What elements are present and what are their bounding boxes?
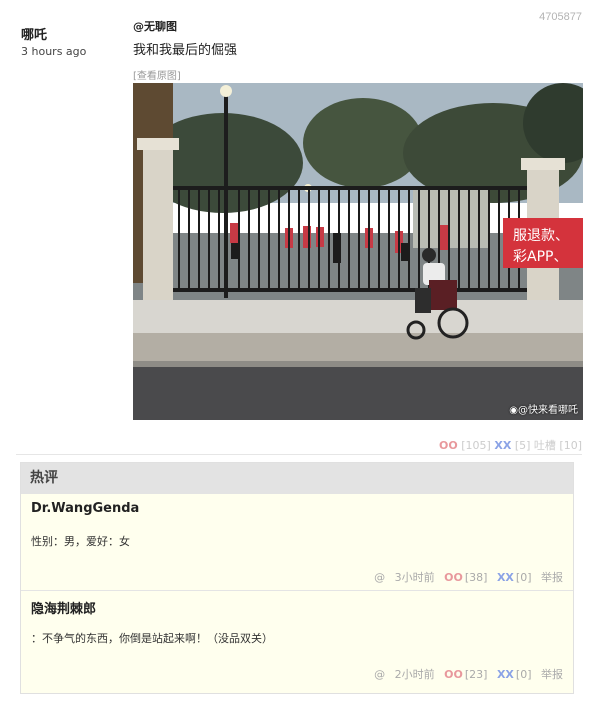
comment-text: 性别：男，爱好：女: [31, 535, 130, 548]
comment-author[interactable]: 隐海荆棘郎: [31, 598, 96, 617]
hot-comments-panel: 热评 Dr.WangGenda 性别：男，爱好：女 @ 3小时前 OO [38] …: [20, 462, 574, 694]
post-oo-button[interactable]: OO: [439, 439, 458, 452]
comment-oo-button[interactable]: OO: [444, 571, 463, 584]
comment-meta: @ 3小时前 OO [38] XX [0] 举报: [368, 569, 563, 585]
report-button[interactable]: 举报: [541, 668, 563, 681]
reply-at-button[interactable]: @: [374, 571, 385, 584]
comment-time: 2小时前: [394, 668, 435, 681]
svg-text:彩APP、: 彩APP、: [513, 249, 567, 265]
comment-oo-count: [23]: [464, 668, 488, 681]
report-button[interactable]: 举报: [541, 571, 563, 584]
post-xx-button[interactable]: XX: [494, 439, 511, 452]
view-original-link[interactable]: [查看原图]: [133, 67, 181, 82]
image-watermark: ◉@快来看哪吒: [509, 401, 578, 416]
comment-meta: @ 2小时前 OO [23] XX [0] 举报: [368, 666, 563, 682]
post-tucao-count: [10]: [559, 439, 582, 452]
comment-item: 隐海荆棘郎 ：不争气的东西，你倒是站起来啊！（没品双关） @ 2小时前 OO [2…: [21, 591, 573, 694]
comment-time: 3小时前: [394, 571, 435, 584]
post-time: 3 hours ago: [21, 45, 87, 58]
comment-xx-count: [0]: [515, 571, 532, 584]
reply-at-button[interactable]: @: [374, 668, 385, 681]
post-vote-bar: OO [105] XX [5] 吐槽 [10]: [439, 437, 582, 453]
post-category: @无聊图: [133, 20, 177, 33]
comment-xx-button[interactable]: XX: [497, 668, 514, 681]
hot-comments-header: 热评: [21, 463, 573, 494]
watermark-text: @快来看哪吒: [518, 405, 578, 416]
comment-oo-count: [38]: [464, 571, 488, 584]
post-content: @无聊图 我和我最后的倔强 [查看原图] 服退款、 彩APP、 ◉@快来看哪吒: [133, 18, 583, 420]
section-divider: [16, 454, 582, 455]
author-name[interactable]: 哪吒: [21, 24, 86, 43]
weibo-icon: ◉: [509, 405, 518, 416]
post-xx-count: [5]: [514, 439, 531, 452]
svg-text:服退款、: 服退款、: [513, 228, 569, 244]
post-oo-count: [105]: [461, 439, 491, 452]
photo-scene: 服退款、 彩APP、: [133, 83, 583, 420]
comment-author[interactable]: Dr.WangGenda: [31, 501, 139, 516]
comment-text: ：不争气的东西，你倒是站起来啊！（没品双关）: [31, 632, 273, 645]
comment-oo-button[interactable]: OO: [444, 668, 463, 681]
comment-xx-button[interactable]: XX: [497, 571, 514, 584]
post-author-block: 哪吒 3 hours ago: [21, 24, 86, 58]
post-image[interactable]: 服退款、 彩APP、 ◉@快来看哪吒: [133, 83, 583, 420]
comment-xx-count: [0]: [515, 668, 532, 681]
comment-item: Dr.WangGenda 性别：男，爱好：女 @ 3小时前 OO [38] XX[…: [21, 494, 573, 591]
post-text: 我和我最后的倔强: [133, 43, 238, 58]
post-tucao-button[interactable]: 吐槽: [534, 439, 556, 452]
